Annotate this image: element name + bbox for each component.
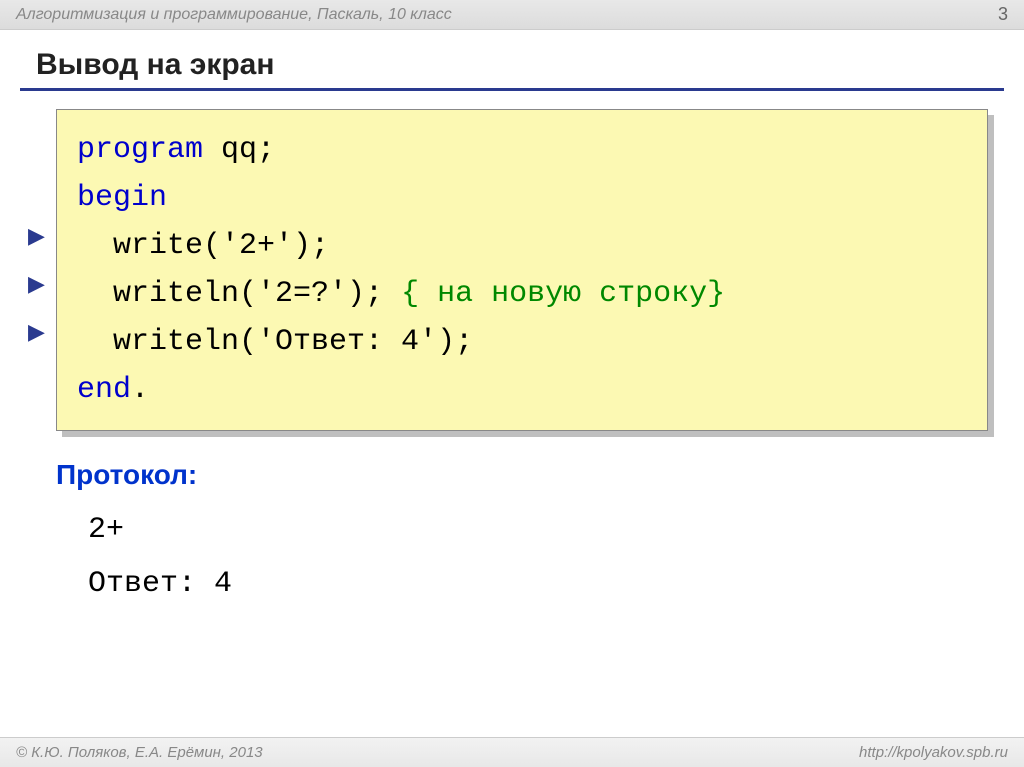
string: '2=?'	[257, 277, 347, 311]
page-number: 3	[998, 4, 1008, 25]
code-text: );	[347, 277, 401, 311]
bullet-icon: ▶	[28, 319, 45, 345]
course-label: Алгоритмизация и программирование, Паска…	[16, 6, 452, 24]
code-text: writeln(	[77, 325, 257, 359]
slide: Алгоритмизация и программирование, Паска…	[0, 0, 1024, 767]
keyword: end	[77, 373, 131, 407]
code-block: program qq; begin write('2+'); writeln('…	[56, 109, 988, 431]
code-line: end.	[77, 366, 967, 414]
code-content: program qq; begin write('2+'); writeln('…	[56, 109, 988, 431]
code-text: .	[131, 373, 149, 407]
code-text: qq;	[203, 133, 275, 167]
string: '2+'	[221, 229, 293, 263]
code-line: program qq;	[77, 126, 967, 174]
protocol-label: Протокол:	[56, 459, 1024, 491]
copyright: © К.Ю. Поляков, Е.А. Ерёмин, 2013	[16, 744, 263, 761]
bullet-icon: ▶	[28, 271, 45, 297]
code-text: writeln(	[77, 277, 257, 311]
footer-url: http://kpolyakov.spb.ru	[859, 744, 1008, 761]
code-text: );	[437, 325, 473, 359]
header-bar: Алгоритмизация и программирование, Паска…	[0, 0, 1024, 30]
string: 'Ответ: 4'	[257, 325, 437, 359]
protocol-line: 2+	[88, 503, 1024, 557]
bullet-icon: ▶	[28, 223, 45, 249]
code-text: );	[293, 229, 329, 263]
slide-title: Вывод на экран	[36, 48, 1024, 82]
code-line: write('2+');	[77, 222, 967, 270]
code-text: write(	[77, 229, 221, 263]
code-line: writeln('2=?'); { на новую строку}	[77, 270, 967, 318]
code-line: writeln('Ответ: 4');	[77, 318, 967, 366]
code-line: begin	[77, 174, 967, 222]
protocol-output: 2+ Ответ: 4	[88, 503, 1024, 611]
keyword: program	[77, 133, 203, 167]
title-underline	[20, 88, 1004, 91]
protocol-line: Ответ: 4	[88, 557, 1024, 611]
keyword: begin	[77, 181, 167, 215]
comment: { на новую строку}	[401, 277, 725, 311]
footer-bar: © К.Ю. Поляков, Е.А. Ерёмин, 2013 http:/…	[0, 737, 1024, 767]
